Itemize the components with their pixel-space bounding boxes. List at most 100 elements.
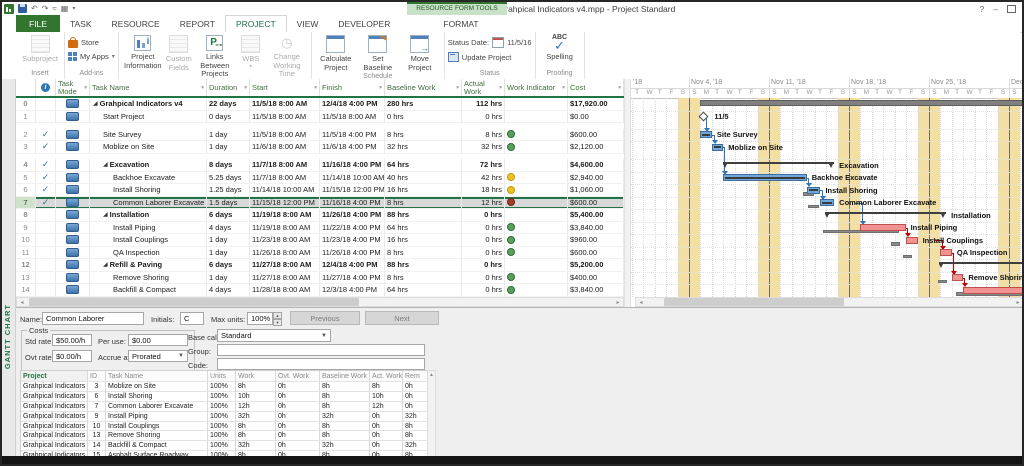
baseline-work-cell[interactable]: 8h — [320, 431, 370, 442]
tab-resource[interactable]: RESOURCE — [102, 15, 170, 32]
task-name-cell[interactable]: Start Project — [90, 110, 207, 123]
id-cell[interactable]: 14 — [88, 441, 106, 452]
task-info-cell[interactable] — [36, 234, 56, 247]
cost-cell[interactable]: $960.00 — [568, 234, 624, 247]
start-cell[interactable]: 11/14/18 10:00 AM — [250, 184, 320, 197]
row-number[interactable]: 12 — [16, 259, 36, 272]
assignment-row[interactable]: Grahpical Indicators v4 10 Install Couplin… — [21, 421, 428, 432]
ovt-work-cell[interactable]: 0h — [276, 391, 320, 402]
task-bar[interactable] — [820, 199, 835, 206]
duration-cell[interactable]: 1 day — [207, 271, 250, 284]
start-cell[interactable]: 11/15/18 12:00 PM — [250, 196, 320, 209]
name-field[interactable]: Common Laborer — [42, 312, 144, 325]
max-units-field[interactable]: 100% — [247, 312, 273, 325]
baseline-work-cell[interactable]: 64 hrs — [385, 221, 462, 234]
task-mode-cell[interactable] — [56, 271, 90, 284]
task-mode-cell[interactable] — [56, 234, 90, 247]
work-indicator-cell[interactable] — [505, 196, 568, 209]
summary-bar[interactable] — [723, 161, 835, 164]
move-project-button[interactable]: → Move Project — [399, 32, 441, 72]
task-bar[interactable] — [700, 131, 712, 138]
next-button[interactable]: Next — [365, 311, 439, 325]
actual-work-cell[interactable]: 0 hrs — [462, 246, 505, 259]
expand-collapse-icon[interactable]: ◢ — [103, 161, 108, 168]
duration-cell[interactable]: 4 days — [207, 221, 250, 234]
help-button[interactable]: ? — [980, 4, 985, 14]
work-indicator-cell[interactable] — [505, 128, 568, 141]
scroll-right-icon[interactable]: ▸ — [1013, 299, 1022, 306]
task-row[interactable]: 14 Backfill & Compact 4 days 11/28/18 8:00 … — [16, 284, 624, 297]
duration-cell[interactable]: 6 days — [207, 259, 250, 272]
save-icon[interactable] — [18, 4, 27, 13]
tab-task[interactable]: TASK — [60, 15, 102, 32]
assignment-header[interactable]: Units — [208, 371, 236, 382]
baseline-work-cell[interactable]: 8h — [320, 382, 370, 392]
assignment-v-scrollbar[interactable]: ▲ — [427, 370, 436, 460]
project-cell[interactable]: Grahpical Indicators v4 — [21, 421, 88, 432]
task-row[interactable]: 10 Install Couplings 1 day 11/23/18 8:00 AM… — [16, 234, 624, 247]
custom-fields-button[interactable]: Custom Fields — [164, 32, 194, 72]
task-row[interactable]: 11 QA Inspection 1 day 11/26/18 8:00 AM 11/2… — [16, 246, 624, 259]
std-rate-field[interactable]: $50.00/h — [52, 334, 92, 346]
work-indicator-cell[interactable] — [505, 98, 568, 111]
scroll-left-icon[interactable]: ◂ — [17, 299, 27, 306]
task-bar-overallocated[interactable] — [940, 249, 952, 256]
task-mode-cell[interactable] — [56, 246, 90, 259]
row-number[interactable]: 11 — [16, 246, 36, 259]
task-bar[interactable] — [711, 143, 724, 151]
wbs-button[interactable]: WBS ▾ — [236, 32, 266, 71]
rem-work-cell[interactable]: 8h — [403, 421, 428, 432]
start-cell[interactable]: 11/5/18 8:00 AM — [250, 98, 320, 111]
work-indicator-cell[interactable] — [505, 259, 568, 272]
task-info-cell[interactable] — [36, 246, 56, 259]
ovt-work-cell[interactable]: 0h — [276, 421, 320, 432]
initials-field[interactable]: C — [180, 312, 204, 325]
store-button[interactable]: Store — [68, 37, 115, 48]
cost-cell[interactable]: $17,920.00 — [568, 98, 624, 111]
task-name-cell[interactable]: Common Laborer Excavate — [90, 196, 207, 209]
finish-cell[interactable]: 11/26/18 4:00 PM — [320, 246, 385, 259]
baseline-work-cell[interactable]: 8 hrs — [385, 246, 462, 259]
start-cell[interactable]: 11/5/18 8:00 AM — [250, 110, 320, 123]
duration-cell[interactable]: 1.5 days — [207, 196, 250, 209]
project-cell[interactable]: Grahpical Indicators v4 — [21, 441, 88, 452]
start-cell[interactable]: 11/27/18 8:00 AM — [250, 271, 320, 284]
task-info-cell[interactable] — [36, 271, 56, 284]
actual-work-cell[interactable]: 32 hrs — [462, 141, 505, 154]
expand-collapse-icon[interactable]: ◢ — [93, 100, 98, 107]
ovt-work-cell[interactable]: 0h — [276, 401, 320, 412]
task-mode-cell[interactable] — [56, 284, 90, 297]
table-gantt-splitter[interactable] — [624, 79, 631, 307]
summary-bar[interactable] — [825, 211, 947, 214]
baseline-work-header[interactable]: Baseline Work ▾ — [385, 79, 462, 96]
act-work-cell[interactable]: 0h — [370, 431, 403, 442]
actual-work-cell[interactable]: 112 hrs — [462, 98, 505, 111]
task-bar-overallocated[interactable] — [963, 286, 1022, 294]
task-info-cell[interactable]: ✓ — [36, 184, 56, 197]
work-cell[interactable]: 32h — [236, 411, 276, 422]
start-cell[interactable]: 11/19/18 8:00 AM — [250, 209, 320, 222]
start-cell[interactable]: 11/27/18 8:00 AM — [250, 259, 320, 272]
task-name-cell[interactable]: ◢ Grahpical Indicators v4 — [90, 98, 207, 111]
finish-cell[interactable]: 12/3/18 4:00 PM — [320, 284, 385, 297]
rem-work-cell[interactable]: 8h — [403, 431, 428, 442]
act-work-cell[interactable]: 0h — [370, 441, 403, 452]
baseline-work-cell[interactable]: 32 hrs — [385, 141, 462, 154]
row-number[interactable]: 6 — [16, 184, 36, 197]
assignment-row[interactable]: Grahpical Indicators v4 3 Moblize on Site 1… — [21, 382, 428, 392]
ovt-work-cell[interactable]: 0h — [276, 411, 320, 422]
duration-cell[interactable]: 1 day — [207, 246, 250, 259]
baseline-work-cell[interactable]: 32h — [320, 411, 370, 422]
baseline-work-cell[interactable]: 280 hrs — [385, 98, 462, 111]
row-number[interactable]: 2 — [16, 128, 36, 141]
rem-work-cell[interactable]: 0h — [403, 401, 428, 412]
update-project-button[interactable]: Update Project — [447, 52, 532, 62]
finish-cell[interactable]: 12/4/18 4:00 PM — [320, 259, 385, 272]
work-indicator-cell[interactable] — [505, 271, 568, 284]
table-scroll-thumb[interactable] — [29, 298, 359, 306]
cost-cell[interactable]: $0.00 — [568, 110, 624, 123]
task-info-cell[interactable]: ✓ — [36, 171, 56, 184]
project-summary-bar[interactable] — [700, 100, 1022, 106]
project-cell[interactable]: Grahpical Indicators v4 — [21, 411, 88, 422]
project-cell[interactable]: Grahpical Indicators v4 — [21, 401, 88, 412]
